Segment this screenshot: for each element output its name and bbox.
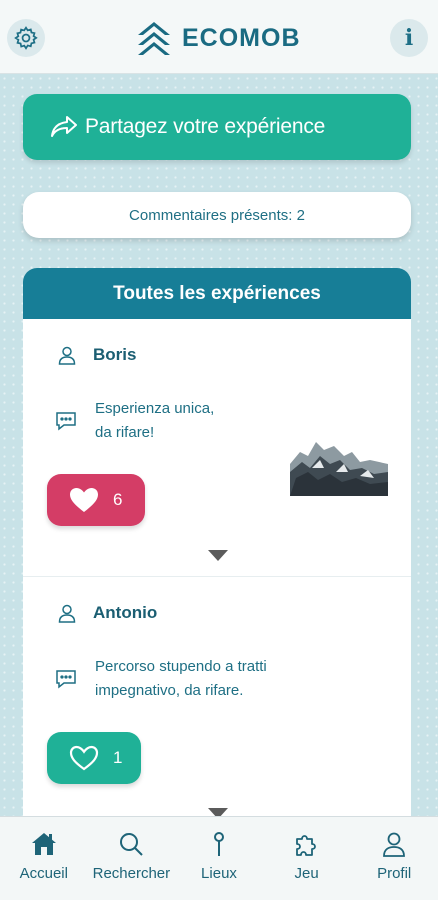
info-button[interactable]: i bbox=[390, 19, 428, 57]
heart-outline-icon bbox=[69, 745, 99, 771]
user-row: Boris bbox=[57, 345, 136, 365]
like-count: 1 bbox=[113, 748, 123, 767]
tab-lieux[interactable]: Lieux bbox=[175, 817, 263, 900]
heart-filled-icon bbox=[70, 488, 98, 512]
like-count: 6 bbox=[113, 490, 123, 509]
tab-label: Rechercher bbox=[92, 865, 171, 882]
logo-chevrons-icon bbox=[138, 22, 170, 55]
logo-text: ECOMOB bbox=[182, 23, 301, 52]
home-icon bbox=[31, 833, 56, 855]
app-logo: ECOMOB bbox=[134, 18, 301, 58]
user-icon bbox=[383, 832, 406, 857]
share-experience-button[interactable]: Partagez votre expérience bbox=[23, 94, 411, 160]
experience-item: Boris Esperienza unica, da rifare! 6 bbox=[23, 319, 411, 577]
experience-photo[interactable] bbox=[290, 438, 388, 496]
gear-icon bbox=[14, 26, 38, 50]
experiences-card: Toutes les expériences Boris Esperienza … bbox=[23, 268, 411, 828]
tab-label: Lieux bbox=[201, 865, 237, 882]
share-label: Partagez votre expérience bbox=[85, 115, 326, 138]
experience-item: Antonio Percorso stupendo a tratti impeg… bbox=[23, 577, 411, 828]
comment-icon bbox=[56, 412, 76, 431]
user-name: Boris bbox=[93, 345, 137, 364]
tab-accueil[interactable]: Accueil bbox=[0, 817, 88, 900]
expand-caret-icon[interactable] bbox=[208, 550, 228, 561]
like-button[interactable]: 1 bbox=[47, 732, 141, 784]
comment-text: Percorso stupendo a tratti impegnativo, … bbox=[95, 658, 267, 699]
tab-profil[interactable]: Profil bbox=[350, 817, 438, 900]
comment-row: Esperienza unica, da rifare! bbox=[55, 397, 214, 445]
search-icon bbox=[120, 833, 144, 856]
experiences-title: Toutes les expériences bbox=[23, 268, 411, 319]
comments-count: Commentaires présents: 2 bbox=[23, 192, 411, 238]
puzzle-icon bbox=[295, 835, 316, 856]
tab-jeu[interactable]: Jeu bbox=[263, 817, 351, 900]
settings-button[interactable] bbox=[7, 19, 45, 57]
info-icon: i bbox=[404, 25, 414, 51]
app-header: ECOMOB i bbox=[0, 0, 438, 74]
comment-row: Percorso stupendo a tratti impegnativo, … bbox=[55, 655, 267, 703]
user-row: Antonio bbox=[57, 603, 157, 623]
like-button[interactable]: 6 bbox=[47, 474, 145, 526]
user-name: Antonio bbox=[93, 603, 158, 622]
tab-rechercher[interactable]: Rechercher bbox=[88, 817, 176, 900]
tab-label: Profil bbox=[377, 865, 412, 882]
share-arrow-icon bbox=[51, 116, 77, 137]
map-pin-icon bbox=[213, 832, 224, 856]
comment-icon bbox=[56, 670, 76, 689]
comment-text: Esperienza unica, da rifare! bbox=[95, 400, 215, 441]
user-icon bbox=[58, 604, 76, 623]
tab-label: Accueil bbox=[19, 865, 68, 882]
bottom-nav: Accueil Rechercher Lieux Jeu Profil bbox=[0, 816, 438, 900]
user-icon bbox=[58, 346, 76, 365]
tab-label: Jeu bbox=[294, 865, 319, 882]
